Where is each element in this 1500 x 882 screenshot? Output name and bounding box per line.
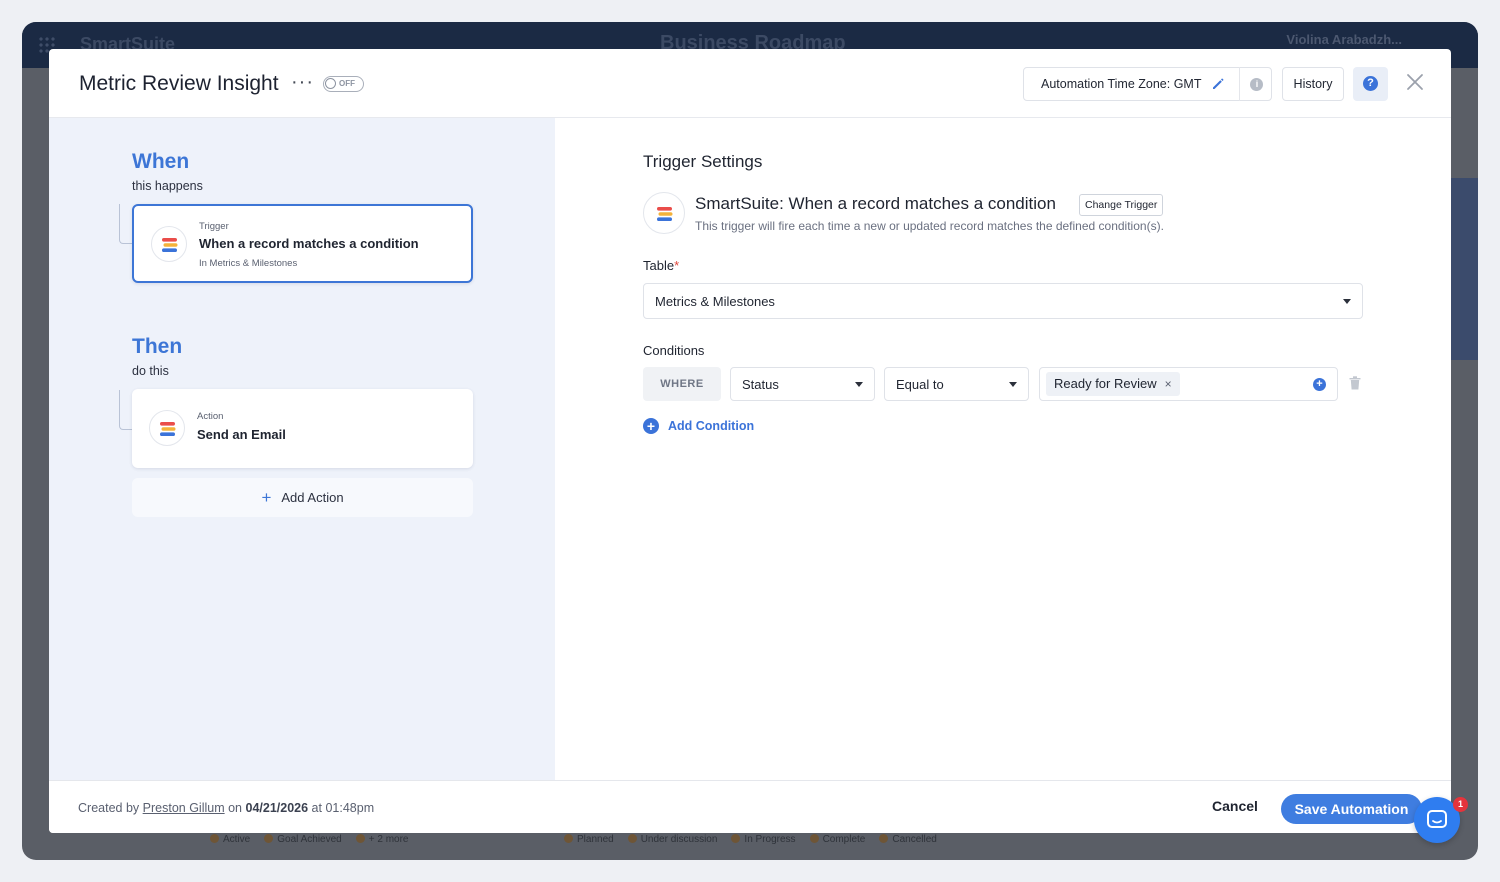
add-action-button[interactable]: + Add Action bbox=[132, 478, 473, 517]
created-info: Created by Preston Gillum on 04/21/2026 … bbox=[78, 801, 375, 815]
plus-circle-icon: + bbox=[643, 418, 659, 434]
add-condition-label: Add Condition bbox=[668, 419, 755, 433]
value-tag: Ready for Review × bbox=[1046, 372, 1180, 396]
when-title: When bbox=[132, 150, 190, 173]
pencil-icon[interactable] bbox=[1210, 76, 1226, 92]
background-user-name: Violina Arabadzh... bbox=[1286, 32, 1402, 47]
legend-item: In Progress bbox=[731, 834, 795, 845]
step-kind-label: Action bbox=[197, 411, 224, 422]
legend-item: Active bbox=[210, 834, 250, 845]
trigger-heading: SmartSuite: When a record matches a cond… bbox=[695, 194, 1056, 213]
trigger-name: When a record matches a condition bbox=[199, 236, 419, 251]
then-title: Then bbox=[132, 335, 183, 358]
remove-tag-icon[interactable]: × bbox=[1165, 377, 1172, 391]
legend-item: Complete bbox=[810, 834, 866, 845]
created-time: 01:48pm bbox=[325, 801, 375, 815]
question-icon: ? bbox=[1363, 76, 1378, 91]
trash-icon[interactable] bbox=[1349, 376, 1361, 390]
table-select-value: Metrics & Milestones bbox=[655, 294, 775, 309]
smartsuite-logo-icon bbox=[151, 226, 187, 262]
save-automation-button[interactable]: Save Automation bbox=[1281, 794, 1422, 824]
when-subtitle: this happens bbox=[132, 179, 203, 193]
trigger-description: This trigger will fire each time a new o… bbox=[695, 219, 1164, 233]
required-mark: * bbox=[674, 258, 680, 273]
legend-item: Planned bbox=[564, 834, 614, 845]
action-name: Send an Email bbox=[197, 427, 286, 442]
condition-operator-select[interactable]: Equal to bbox=[884, 367, 1029, 401]
conditions-label: Conditions bbox=[643, 343, 705, 358]
legend-item: Goal Achieved bbox=[264, 834, 342, 845]
automation-modal: Metric Review Insight ··· OFF Automation… bbox=[49, 49, 1451, 833]
info-icon[interactable]: i bbox=[1250, 77, 1264, 91]
trigger-card[interactable]: Trigger When a record matches a conditio… bbox=[132, 204, 473, 283]
legend-item: Under discussion bbox=[628, 834, 718, 845]
notification-badge: 1 bbox=[1453, 797, 1468, 812]
condition-field-select[interactable]: Status bbox=[730, 367, 875, 401]
trigger-settings-pane: Trigger Settings SmartSuite: When a reco… bbox=[555, 118, 1451, 780]
close-icon[interactable] bbox=[1406, 73, 1424, 91]
condition-field-value: Status bbox=[742, 377, 779, 392]
chevron-down-icon bbox=[1343, 299, 1351, 304]
creator-link[interactable]: Preston Gillum bbox=[143, 801, 225, 815]
more-options-button[interactable]: ··· bbox=[291, 71, 314, 94]
table-select[interactable]: Metrics & Milestones bbox=[643, 283, 1363, 319]
flow-pane: When this happens Trigger When a record … bbox=[49, 118, 555, 780]
cancel-button[interactable]: Cancel bbox=[1212, 798, 1258, 814]
trigger-table: In Metrics & Milestones bbox=[199, 258, 298, 269]
add-value-icon[interactable]: + bbox=[1313, 378, 1326, 391]
then-subtitle: do this bbox=[132, 364, 169, 378]
trigger-settings-title: Trigger Settings bbox=[643, 152, 763, 171]
smartsuite-logo-icon bbox=[149, 410, 185, 446]
chat-icon bbox=[1427, 810, 1447, 828]
background-legend-right: Planned Under discussion In Progress Com… bbox=[564, 834, 937, 845]
condition-value-input[interactable]: Ready for Review × + bbox=[1039, 367, 1338, 401]
automation-toggle[interactable]: OFF bbox=[323, 76, 364, 92]
flow-connector bbox=[119, 390, 133, 430]
flow-connector bbox=[119, 204, 133, 244]
chevron-down-icon bbox=[1009, 382, 1017, 387]
step-kind-label: Trigger bbox=[199, 221, 229, 232]
plus-icon: + bbox=[261, 488, 272, 507]
chevron-down-icon bbox=[855, 382, 863, 387]
created-date: 04/21/2026 bbox=[245, 801, 309, 815]
legend-item: + 2 more bbox=[356, 834, 409, 845]
modal-footer: Created by Preston Gillum on 04/21/2026 … bbox=[49, 780, 1451, 833]
where-label: WHERE bbox=[643, 367, 721, 401]
timezone-box: Automation Time Zone: GMT i bbox=[1023, 67, 1272, 101]
table-label: Table* bbox=[643, 258, 680, 273]
add-condition-button[interactable]: + Add Condition bbox=[643, 418, 754, 434]
smartsuite-logo-icon bbox=[643, 192, 685, 234]
add-action-label: Add Action bbox=[281, 490, 344, 505]
divider bbox=[1239, 67, 1241, 101]
legend-item: Cancelled bbox=[879, 834, 936, 845]
toggle-knob bbox=[325, 78, 336, 89]
modal-header: Metric Review Insight ··· OFF Automation… bbox=[49, 49, 1451, 118]
action-card[interactable]: Action Send an Email bbox=[132, 389, 473, 468]
background-side-strip bbox=[1451, 178, 1478, 360]
timezone-label: Automation Time Zone: GMT bbox=[1041, 77, 1202, 91]
toggle-label: OFF bbox=[339, 79, 355, 88]
help-button[interactable]: ? bbox=[1353, 67, 1388, 101]
value-tag-label: Ready for Review bbox=[1054, 376, 1157, 391]
change-trigger-button[interactable]: Change Trigger bbox=[1079, 194, 1164, 216]
automation-title[interactable]: Metric Review Insight bbox=[79, 72, 279, 96]
condition-operator-value: Equal to bbox=[896, 377, 944, 392]
history-button[interactable]: History bbox=[1282, 67, 1344, 101]
background-legend-left: Active Goal Achieved + 2 more bbox=[210, 834, 408, 845]
